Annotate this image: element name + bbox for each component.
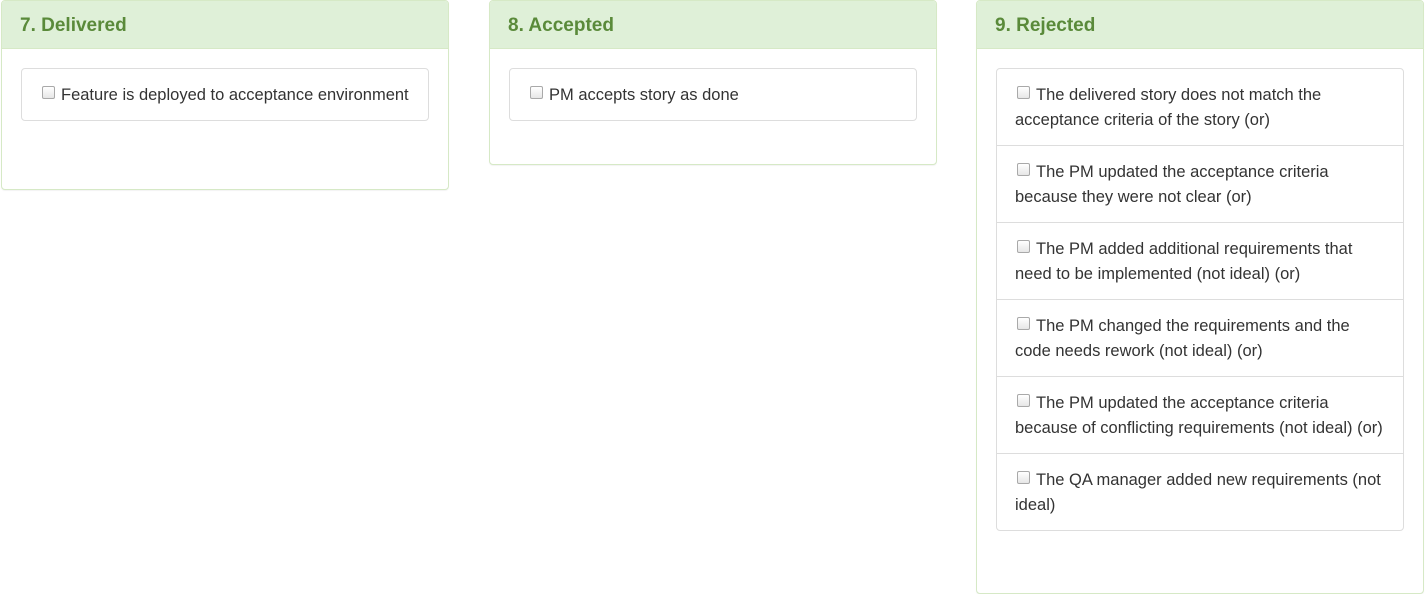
checkbox[interactable] xyxy=(1017,394,1030,407)
checklist: The delivered story does not match the a… xyxy=(996,68,1404,531)
checklist: Feature is deployed to acceptance enviro… xyxy=(21,68,429,121)
item-label: The PM updated the acceptance criteria b… xyxy=(1015,163,1329,206)
list-item: The PM changed the requirements and the … xyxy=(997,300,1403,377)
panel-heading: 9. Rejected xyxy=(977,1,1423,49)
item-label: Feature is deployed to acceptance enviro… xyxy=(61,86,409,104)
checkbox[interactable] xyxy=(1017,240,1030,253)
checkbox[interactable] xyxy=(1017,317,1030,330)
list-item: The PM added additional requirements tha… xyxy=(997,223,1403,300)
checkbox[interactable] xyxy=(1017,471,1030,484)
panel-body: The delivered story does not match the a… xyxy=(977,49,1423,531)
item-label: The QA manager added new requirements (n… xyxy=(1015,471,1381,514)
list-item: PM accepts story as done xyxy=(510,69,916,120)
panel-delivered: 7. Delivered Feature is deployed to acce… xyxy=(1,0,449,190)
item-label: The PM added additional requirements tha… xyxy=(1015,240,1353,283)
list-item: Feature is deployed to acceptance enviro… xyxy=(22,69,428,120)
panel-heading: 8. Accepted xyxy=(490,1,936,49)
list-item: The delivered story does not match the a… xyxy=(997,69,1403,146)
panel-title: 9. Rejected xyxy=(995,15,1096,36)
checkbox[interactable] xyxy=(1017,86,1030,99)
panel-body: PM accepts story as done xyxy=(490,49,936,121)
item-label: The PM changed the requirements and the … xyxy=(1015,317,1350,360)
checkbox[interactable] xyxy=(530,86,543,99)
item-label: PM accepts story as done xyxy=(549,86,739,104)
panel-title: 7. Delivered xyxy=(20,15,127,36)
panel-rejected: 9. Rejected The delivered story does not… xyxy=(976,0,1424,594)
list-item: The QA manager added new requirements (n… xyxy=(997,454,1403,530)
list-item: The PM updated the acceptance criteria b… xyxy=(997,146,1403,223)
checkbox[interactable] xyxy=(1017,163,1030,176)
panel-accepted: 8. Accepted PM accepts story as done xyxy=(489,0,937,165)
list-item: The PM updated the acceptance criteria b… xyxy=(997,377,1403,454)
checkbox[interactable] xyxy=(42,86,55,99)
panel-title: 8. Accepted xyxy=(508,15,614,36)
checklist: PM accepts story as done xyxy=(509,68,917,121)
item-label: The PM updated the acceptance criteria b… xyxy=(1015,394,1383,437)
panel-body: Feature is deployed to acceptance enviro… xyxy=(2,49,448,121)
panel-heading: 7. Delivered xyxy=(2,1,448,49)
item-label: The delivered story does not match the a… xyxy=(1015,86,1322,129)
